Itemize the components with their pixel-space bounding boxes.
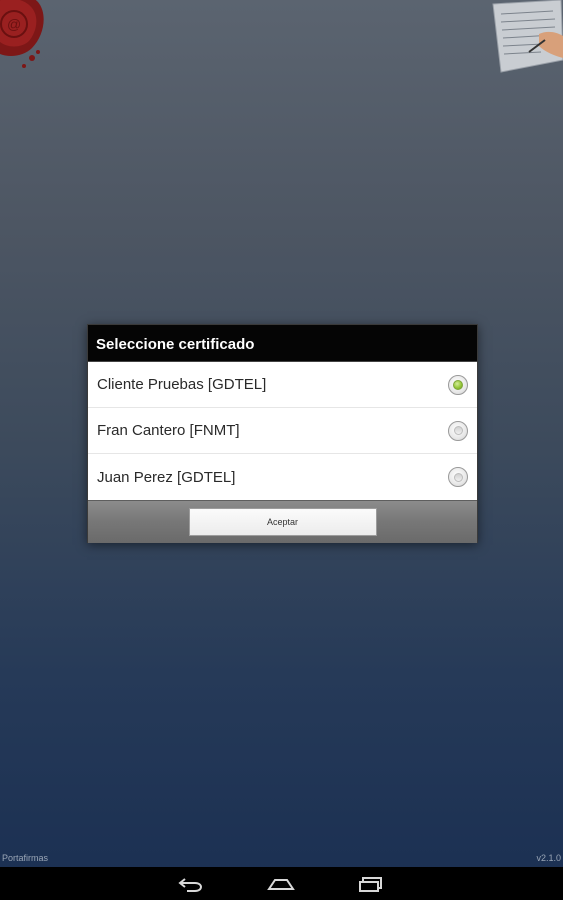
dialog-button-bar: Aceptar	[88, 500, 477, 543]
wax-seal-logo: @	[0, 0, 50, 82]
system-navigation-bar	[0, 867, 563, 900]
accept-button[interactable]: Aceptar	[188, 508, 377, 536]
certificate-option-label: Juan Perez [GDTEL]	[97, 468, 236, 486]
back-button[interactable]	[160, 867, 220, 900]
certificate-dialog: Seleccione certificado Cliente Pruebas […	[87, 324, 478, 543]
app-name-label: Portafirmas	[2, 853, 49, 863]
certificate-option-label: Cliente Pruebas [GDTEL]	[97, 376, 267, 393]
certificate-list: Cliente Pruebas [GDTEL] Fran Cantero [FN…	[88, 362, 477, 500]
certificate-option-1[interactable]: Cliente Pruebas [GDTEL]	[88, 362, 477, 408]
radio-unselected-icon[interactable]	[448, 420, 468, 441]
dialog-title: Seleccione certificado	[88, 325, 477, 362]
radio-selected-icon[interactable]	[448, 374, 468, 395]
certificate-option-2[interactable]: Fran Cantero [FNMT]	[88, 408, 477, 454]
radio-unselected-icon[interactable]	[448, 467, 468, 487]
version-label: v2.1.0	[536, 853, 561, 863]
home-button[interactable]	[251, 867, 311, 900]
back-icon	[178, 877, 203, 892]
signed-document-illustration	[483, 0, 563, 76]
home-icon	[267, 878, 295, 890]
recent-apps-icon	[359, 876, 382, 892]
certificate-option-3[interactable]: Juan Perez [GDTEL]	[88, 454, 477, 500]
recent-apps-button[interactable]	[341, 867, 401, 900]
svg-text:@: @	[7, 16, 21, 32]
certificate-option-label: Fran Cantero [FNMT]	[97, 422, 240, 439]
